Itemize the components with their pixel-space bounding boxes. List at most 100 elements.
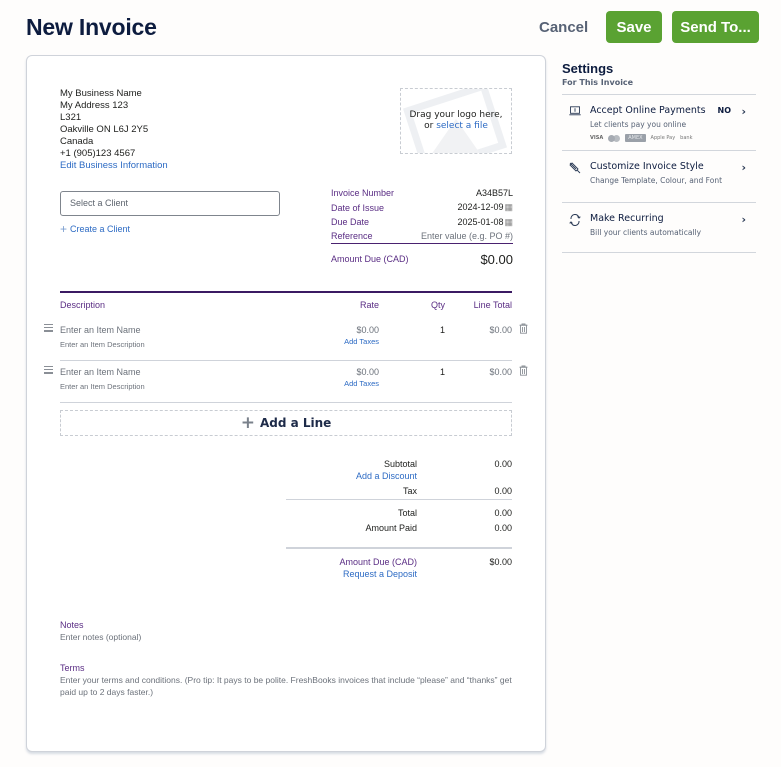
save-button[interactable]: Save: [606, 11, 662, 43]
amount-due-label: Amount Due (CAD): [339, 557, 417, 567]
setting-online-payments[interactable]: Accept Online Payments Let clients pay y…: [562, 95, 756, 151]
logo-dropzone[interactable]: Drag your logo here, or select a file: [400, 88, 512, 154]
totals-divider: [286, 499, 512, 500]
amount-due-value: $0.00: [480, 251, 513, 267]
trash-icon[interactable]: [519, 365, 528, 376]
calendar-icon[interactable]: ▦: [504, 217, 513, 227]
add-line-label: Add a Line: [259, 416, 332, 430]
chevron-right-icon: ›: [741, 213, 746, 226]
item-qty-input[interactable]: 1: [440, 367, 445, 377]
page-title: New Invoice: [26, 14, 157, 40]
business-info[interactable]: My Business Name My Address 123 L321 Oak…: [60, 88, 168, 172]
request-deposit-link[interactable]: Request a Deposit: [343, 569, 417, 579]
due-date-field[interactable]: 2025-01-08: [457, 217, 503, 227]
business-country: Canada: [60, 136, 94, 147]
tax-row: Tax 0.00: [286, 486, 512, 498]
setting-desc: Let clients pay you online: [590, 120, 687, 129]
drag-handle-icon[interactable]: [44, 366, 53, 376]
invoice-number-label: Invoice Number: [331, 188, 395, 199]
add-taxes-link[interactable]: Add Taxes: [344, 337, 379, 346]
edit-business-link[interactable]: Edit Business Information: [60, 160, 168, 172]
items-header: Description Rate Qty Line Total: [60, 300, 512, 312]
totals-section: Subtotal 0.00 Add a Discount Tax 0.00 To…: [286, 456, 512, 581]
header-line-total: Line Total: [473, 300, 512, 310]
deposit-row: Request a Deposit: [286, 569, 512, 581]
amex-icon: AMEX: [625, 134, 646, 142]
item-name-input[interactable]: Enter an Item Name: [60, 325, 141, 335]
logo-or-text: or: [424, 121, 437, 131]
terms-section: Terms Enter your terms and conditions. (…: [60, 663, 515, 698]
add-taxes-link[interactable]: Add Taxes: [344, 379, 379, 388]
amount-due-total-row: Amount Due (CAD) $0.00: [286, 557, 512, 569]
header-description: Description: [60, 300, 106, 310]
item-name-input[interactable]: Enter an Item Name: [60, 367, 141, 377]
header-rate: Rate: [359, 300, 379, 310]
logo-drag-text: Drag your logo here,: [409, 110, 503, 120]
business-address-2: L321: [60, 112, 82, 123]
visa-icon: VISA: [590, 135, 604, 141]
chevron-right-icon: ›: [741, 161, 746, 174]
trash-icon[interactable]: [519, 323, 528, 334]
add-discount-link[interactable]: Add a Discount: [356, 471, 417, 481]
settings-subtitle: For This Invoice: [562, 78, 756, 95]
setting-name: Customize Invoice Style: [590, 161, 704, 172]
item-description-input[interactable]: Enter an Item Description: [60, 382, 145, 391]
tax-value: 0.00: [494, 486, 512, 496]
total-value: 0.00: [494, 508, 512, 518]
discount-row: Add a Discount: [286, 471, 512, 483]
cancel-button[interactable]: Cancel: [539, 19, 588, 36]
amount-due-label: Amount Due (CAD): [331, 254, 409, 265]
subtotal-row: Subtotal 0.00: [286, 459, 512, 471]
amount-due-value: $0.00: [489, 557, 512, 567]
item-qty-input[interactable]: 1: [440, 325, 445, 335]
calendar-icon[interactable]: ▦: [504, 202, 513, 212]
business-address: My Address 123: [60, 100, 129, 111]
issue-date-row: Date of Issue 2024-12-09▦: [331, 201, 513, 216]
invoice-number-field[interactable]: A34B57L: [476, 188, 513, 198]
reference-label: Reference: [331, 230, 373, 241]
item-rate-input[interactable]: $0.00: [356, 367, 379, 377]
notes-input[interactable]: Enter notes (optional): [60, 631, 515, 643]
amount-paid-value: 0.00: [494, 523, 512, 533]
terms-input[interactable]: Enter your terms and conditions. (Pro ti…: [60, 674, 515, 698]
recurring-icon: [569, 214, 581, 226]
setting-make-recurring[interactable]: Make Recurring Bill your clients automat…: [562, 203, 756, 253]
select-file-link[interactable]: select a file: [436, 121, 488, 131]
reference-row: Reference Enter value (e.g. PO #): [331, 230, 513, 244]
business-name: My Business Name: [60, 88, 142, 99]
issue-date-field[interactable]: 2024-12-09: [457, 202, 503, 212]
issue-date-label: Date of Issue: [331, 202, 385, 213]
line-item: Enter an Item Name Enter an Item Descrip…: [44, 361, 528, 403]
reference-input[interactable]: Enter value (e.g. PO #): [421, 231, 513, 241]
invoice-card: My Business Name My Address 123 L321 Oak…: [26, 55, 546, 752]
item-rate-input[interactable]: $0.00: [356, 325, 379, 335]
business-city: Oakville ON L6J 2Y5: [60, 124, 149, 135]
paint-brush-icon: [569, 162, 581, 174]
plus-icon: +: [60, 222, 68, 236]
notes-section: Notes Enter notes (optional): [60, 620, 515, 643]
subtotal-label: Subtotal: [383, 459, 417, 469]
laptop-payment-icon: [569, 106, 581, 116]
status-badge: NO: [717, 106, 732, 115]
item-line-total: $0.00: [489, 367, 512, 377]
notes-label: Notes: [60, 620, 84, 630]
due-date-row: Due Date 2025-01-08▦: [331, 215, 513, 230]
item-description-input[interactable]: Enter an Item Description: [60, 340, 145, 349]
invoice-number-row: Invoice Number A34B57L: [331, 186, 513, 201]
line-item: Enter an Item Name Enter an Item Descrip…: [44, 319, 528, 361]
setting-desc: Bill your clients automatically: [590, 228, 702, 237]
tax-label: Tax: [402, 486, 417, 496]
subtotal-value: 0.00: [494, 459, 512, 469]
header-qty: Qty: [430, 300, 445, 310]
client-select[interactable]: Select a Client: [60, 191, 280, 216]
payment-cards: VISA AMEX Apple Pay bank: [590, 134, 756, 142]
add-line-button[interactable]: + Add a Line: [60, 410, 512, 436]
create-client-link[interactable]: + Create a Client: [60, 222, 130, 236]
amount-paid-label: Amount Paid: [365, 523, 417, 533]
setting-name: Make Recurring: [590, 213, 664, 224]
drag-handle-icon[interactable]: [44, 324, 53, 334]
totals-divider: [286, 547, 512, 549]
send-to-button[interactable]: Send To...: [672, 11, 759, 43]
setting-customize-style[interactable]: Customize Invoice Style Change Template,…: [562, 151, 756, 203]
business-phone: +1 (905)123 4567: [60, 148, 136, 159]
